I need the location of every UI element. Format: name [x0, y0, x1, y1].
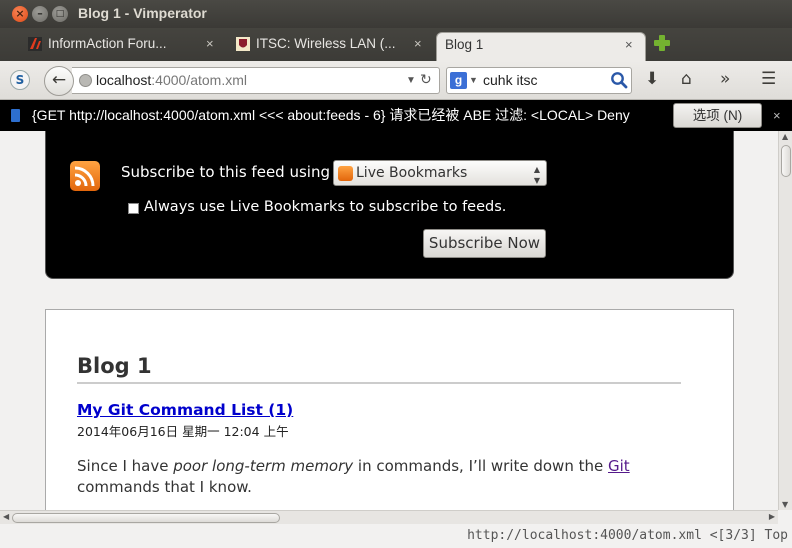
url-bar[interactable]: localhost:4000/atom.xml ▼ ↻ — [72, 67, 440, 94]
back-arrow-icon: ← — [51, 70, 67, 90]
scroll-right-arrow-icon[interactable]: ▶ — [769, 512, 775, 521]
overflow-chevron-icon[interactable]: » — [720, 69, 730, 89]
subscribe-label: Subscribe to this feed using — [121, 163, 330, 181]
feed-article-container: Blog 1 My Git Command List (1) 2014年06月1… — [45, 309, 734, 510]
tab-label: ITSC: Wireless LAN (... — [256, 36, 396, 51]
tab-bar: InformAction Foru... × ITSC: Wireless LA… — [0, 28, 792, 61]
tab-itsc[interactable]: ITSC: Wireless LAN (... × — [232, 32, 432, 61]
notification-close-icon[interactable]: × — [773, 100, 781, 131]
cuhk-favicon-icon — [236, 37, 250, 51]
feed-subscribe-box: Subscribe to this feed using Live Bookma… — [45, 131, 734, 279]
vertical-scroll-thumb[interactable] — [781, 145, 791, 177]
reload-icon[interactable]: ↻ — [420, 67, 432, 92]
window-close-icon[interactable]: × — [12, 6, 28, 22]
search-engine-dropdown-icon[interactable]: ▼ — [469, 68, 478, 93]
search-bar[interactable]: g ▼ cuhk itsc — [446, 67, 632, 94]
window-maximize-icon[interactable]: □ — [52, 6, 68, 22]
blog-title: Blog 1 — [77, 354, 152, 378]
google-icon[interactable]: g — [450, 72, 467, 89]
window-minimize-icon[interactable]: – — [32, 6, 48, 22]
select-spinner-icon: ▲ ▼ — [533, 165, 540, 185]
scroll-up-arrow-icon[interactable]: ▲ — [782, 132, 788, 141]
vertical-scrollbar[interactable]: ▲ ▼ — [778, 131, 792, 510]
post-date: 2014年06月16日 星期一 12:04 上午 — [77, 424, 289, 439]
tab-label: InformAction Foru... — [48, 36, 167, 51]
rss-feed-icon — [338, 166, 353, 181]
s-addon-icon[interactable]: S — [10, 70, 30, 90]
noscript-notification-icon — [11, 109, 20, 122]
status-text: http://localhost:4000/atom.xml <[3/3] To… — [467, 528, 788, 543]
feed-reader-selected: Live Bookmarks — [356, 165, 468, 181]
url-host: localhost — [96, 72, 152, 88]
tab-close-icon[interactable]: × — [206, 32, 214, 56]
rss-feed-icon — [70, 161, 100, 191]
post-body-text: commands that I know. — [77, 478, 252, 496]
git-link[interactable]: Git — [608, 457, 630, 475]
notification-options-button[interactable]: 选项 (N) — [673, 103, 762, 128]
tab-close-icon[interactable]: × — [414, 32, 422, 56]
informaction-favicon-icon — [28, 37, 42, 51]
url-path: :4000/atom.xml — [151, 72, 247, 88]
window-titlebar: × – □ Blog 1 - Vimperator — [0, 0, 792, 28]
always-use-label: Always use Live Bookmarks to subscribe t… — [144, 199, 507, 215]
always-use-checkbox[interactable] — [128, 203, 139, 214]
url-history-dropdown-icon[interactable]: ▼ — [406, 68, 416, 93]
site-identity-icon[interactable] — [79, 74, 92, 87]
window-title: Blog 1 - Vimperator — [78, 5, 207, 21]
post-body: Since I have poor long-term memory in co… — [77, 456, 697, 498]
notification-text: {GET http://localhost:4000/atom.xml <<< … — [32, 107, 630, 123]
home-icon[interactable]: ⌂ — [681, 69, 692, 89]
post-body-text: Since I have — [77, 457, 174, 475]
tab-label: Blog 1 — [445, 37, 484, 52]
title-divider — [77, 382, 681, 384]
menu-hamburger-icon[interactable]: ☰ — [761, 69, 776, 89]
back-button[interactable]: ← — [44, 66, 74, 96]
tab-blog-1[interactable]: Blog 1 × — [436, 32, 646, 61]
scroll-left-arrow-icon[interactable]: ◀ — [3, 512, 9, 521]
abe-notification-bar: {GET http://localhost:4000/atom.xml <<< … — [0, 100, 792, 131]
navigation-toolbar: S localhost:4000/atom.xml ▼ ↻ ← g ▼ cuhk… — [0, 61, 792, 100]
post-title-link[interactable]: My Git Command List (1) — [77, 401, 293, 419]
scroll-down-arrow-icon[interactable]: ▼ — [782, 500, 788, 509]
horizontal-scrollbar[interactable]: ◀ ▶ — [0, 510, 778, 524]
vimperator-status-line: http://localhost:4000/atom.xml <[3/3] To… — [0, 524, 792, 548]
feed-reader-select[interactable]: Live Bookmarks ▲ ▼ — [333, 160, 547, 186]
new-tab-plus-icon[interactable] — [654, 35, 670, 51]
page-content: Subscribe to this feed using Live Bookma… — [0, 131, 778, 510]
post-body-emphasis: poor long-term memory — [173, 457, 354, 475]
tab-informaction[interactable]: InformAction Foru... × — [24, 32, 224, 61]
horizontal-scroll-thumb[interactable] — [12, 513, 280, 523]
post-body-text: in commands, I’ll write down the — [353, 457, 608, 475]
download-arrow-icon[interactable]: ⬇ — [645, 69, 659, 89]
search-icon[interactable] — [610, 71, 628, 89]
search-input-value: cuhk itsc — [483, 72, 538, 88]
subscribe-now-button[interactable]: Subscribe Now — [423, 229, 546, 258]
tab-close-icon[interactable]: × — [625, 33, 633, 57]
